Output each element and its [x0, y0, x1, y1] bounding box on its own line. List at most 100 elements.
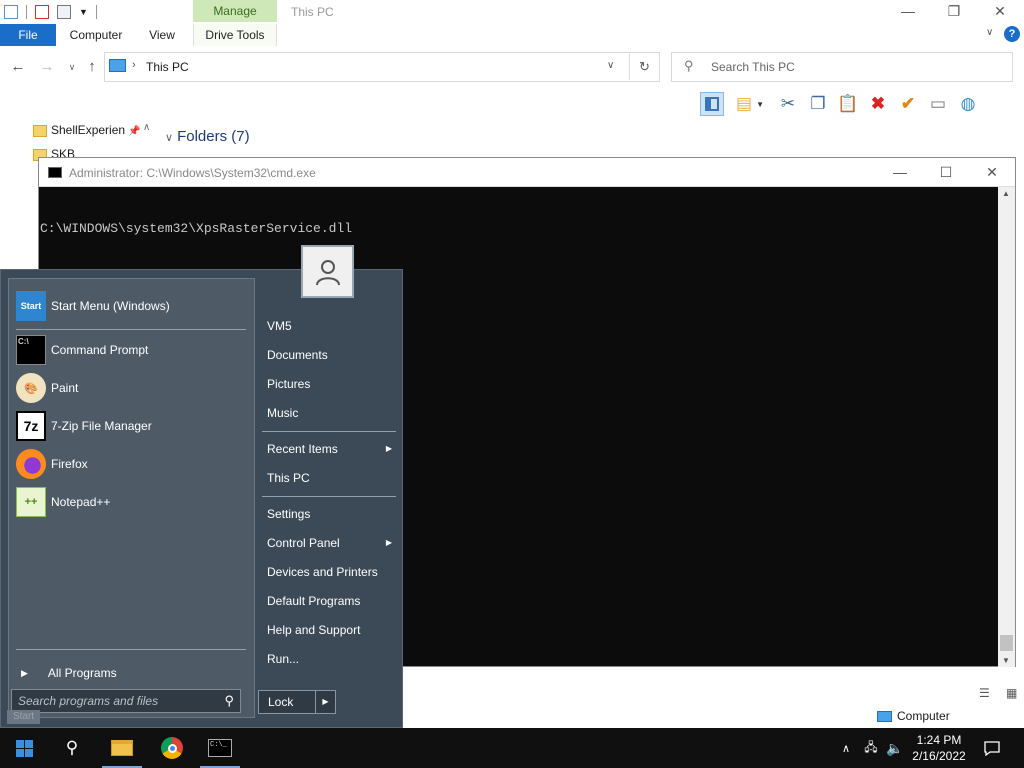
pin-notepadpp[interactable]: ++ Notepad++ — [16, 485, 246, 519]
breadcrumb-chevron-icon[interactable]: › — [132, 59, 136, 71]
cmd-minimize-button[interactable]: — — [877, 158, 923, 187]
forward-button[interactable]: → — [37, 57, 57, 77]
rename-icon[interactable]: ▭ — [926, 92, 950, 116]
nav-item-label: ShellExperien — [51, 123, 126, 137]
volume-icon[interactable]: 🔈 — [884, 728, 906, 768]
address-dropdown-icon[interactable]: ∨ — [607, 60, 614, 71]
status-bar: ☰ ▦ Computer — [403, 676, 1024, 728]
qat-dropdown-icon[interactable]: ▼ — [79, 7, 88, 17]
pin-command-prompt[interactable]: C:\ Command Prompt — [16, 333, 246, 367]
search-icon[interactable]: ⚲ — [224, 690, 234, 712]
properties-icon[interactable] — [4, 5, 18, 19]
start-search-input[interactable]: Search programs and files ⚲ — [11, 689, 241, 713]
start-item-music[interactable]: Music — [260, 400, 398, 426]
cmd-scrollbar[interactable]: ▲ ▼ — [998, 187, 1015, 667]
details-view-icon[interactable]: ☰ — [979, 686, 990, 700]
back-button[interactable]: ← — [8, 57, 28, 77]
folders-section-header[interactable]: ∨ Folders (7) — [165, 128, 250, 145]
breadcrumb[interactable]: This PC — [146, 60, 189, 74]
start-item-recent-items[interactable]: Recent Items ▶ — [260, 436, 398, 462]
all-programs-label: All Programs — [47, 666, 117, 680]
nav-item-shellexperien[interactable]: ShellExperien 📌 — [33, 123, 141, 137]
network-icon[interactable]: 🖧 — [860, 728, 882, 768]
refresh-icon[interactable]: ↻ — [629, 54, 659, 80]
power-options-arrow-icon[interactable]: ▶ — [315, 691, 335, 713]
expand-ribbon-icon[interactable]: ∨ — [986, 27, 993, 38]
preview-pane-icon[interactable] — [700, 92, 724, 116]
search-box[interactable]: ⚲ Search This PC — [671, 52, 1013, 82]
start-item-pictures[interactable]: Pictures — [260, 371, 398, 397]
tab-drive-tools[interactable]: Drive Tools — [193, 24, 277, 46]
lock-button[interactable]: Lock ▶ — [258, 690, 336, 714]
ribbon-tabs: File Computer View Drive Tools ∨ ? — [0, 24, 1024, 46]
close-button[interactable]: ✕ — [977, 0, 1023, 24]
new-folder-dropdown-icon[interactable]: ▤ ▼ — [730, 92, 770, 116]
tab-file[interactable]: File — [0, 24, 56, 46]
help-icon[interactable]: ? — [1004, 26, 1020, 42]
start-item-devices-printers[interactable]: Devices and Printers — [260, 559, 398, 585]
paste-icon[interactable]: 📋 — [836, 92, 860, 116]
file-explorer-icon — [111, 740, 133, 756]
scroll-up-icon[interactable]: ▲ — [1002, 189, 1010, 198]
cmd-close-button[interactable]: ✕ — [969, 158, 1015, 187]
start-item-default-programs[interactable]: Default Programs — [260, 588, 398, 614]
cmd-maximize-button[interactable]: ☐ — [923, 158, 969, 187]
checklist-icon[interactable] — [35, 5, 49, 19]
up-button[interactable]: ↑ — [82, 57, 102, 77]
nav-collapse-icon[interactable]: ∧ — [143, 122, 150, 133]
copy-icon[interactable]: ❐ — [806, 92, 830, 116]
windows-logo-icon — [15, 739, 33, 757]
taskbar-cmd[interactable]: C:\_ — [196, 728, 244, 768]
status-location: Computer — [877, 709, 950, 723]
cut-icon[interactable]: ✂ — [776, 92, 800, 116]
delete-icon[interactable]: ✖ — [866, 92, 890, 116]
notification-icon — [984, 740, 1000, 756]
start-button[interactable] — [0, 728, 48, 768]
start-menu-settings-item[interactable]: Start Start Menu (Windows) — [16, 289, 246, 323]
start-item-control-panel[interactable]: Control Panel ▶ — [260, 530, 398, 556]
minimize-button[interactable]: — — [885, 0, 931, 24]
new-folder-icon[interactable] — [57, 5, 71, 19]
tab-view[interactable]: View — [140, 24, 184, 46]
user-icon — [315, 259, 340, 285]
cmd-icon: C:\ — [16, 335, 46, 365]
start-item-settings[interactable]: Settings — [260, 501, 398, 527]
show-hidden-icons-icon[interactable]: ∧ — [836, 728, 856, 768]
scroll-down-icon[interactable]: ▼ — [1002, 656, 1010, 665]
pin-icon: 📌 — [128, 126, 141, 137]
cmd-titlebar[interactable]: Administrator: C:\Windows\System32\cmd.e… — [39, 158, 1015, 187]
taskbar-chrome[interactable] — [148, 728, 196, 768]
start-programs-pane: Start Start Menu (Windows) C:\ Command P… — [8, 278, 255, 718]
clock[interactable]: 1:24 PM 2/16/2022 — [910, 732, 968, 764]
taskbar-search-button[interactable]: ⚲ — [48, 728, 96, 768]
start-divider — [16, 329, 246, 330]
explorer-titlebar: ▼ Manage This PC — ❐ ✕ — [0, 0, 1024, 24]
custom-toolbar: ▤ ▼ ✂ ❐ 📋 ✖ ✔ ▭ ◍ — [700, 90, 980, 118]
start-item-label: Control Panel — [267, 536, 340, 550]
start-menu-logo-icon: Start — [16, 291, 46, 321]
taskbar-file-explorer[interactable] — [98, 728, 146, 768]
qat-divider — [26, 5, 27, 19]
address-bar[interactable]: › This PC ∨ ↻ — [104, 52, 660, 82]
start-item-help-support[interactable]: Help and Support — [260, 617, 398, 643]
scroll-thumb[interactable] — [1000, 635, 1013, 651]
globe-icon[interactable]: ◍ — [956, 92, 980, 116]
start-divider — [16, 649, 246, 650]
collapse-chevron-icon[interactable]: ∨ — [165, 132, 173, 144]
pin-firefox[interactable]: Firefox — [16, 447, 246, 481]
check-icon[interactable]: ✔ — [896, 92, 920, 116]
maximize-button[interactable]: ❐ — [931, 0, 977, 24]
action-center-icon[interactable] — [976, 728, 1008, 768]
large-icons-view-icon[interactable]: ▦ — [1006, 686, 1017, 700]
all-programs-button[interactable]: ▶ All Programs — [16, 661, 246, 685]
pin-7zip[interactable]: 7z 7-Zip File Manager — [16, 409, 246, 443]
computer-icon — [877, 710, 892, 722]
start-item-this-pc[interactable]: This PC — [260, 465, 398, 491]
pin-paint[interactable]: 🎨 Paint — [16, 371, 246, 405]
recent-locations-icon[interactable]: ∨ — [62, 57, 82, 77]
start-item-documents[interactable]: Documents — [260, 342, 398, 368]
start-item-run[interactable]: Run... — [260, 646, 398, 672]
user-avatar[interactable] — [301, 245, 354, 298]
tab-computer[interactable]: Computer — [62, 24, 130, 46]
start-item-vm5[interactable]: VM5 — [260, 313, 398, 339]
